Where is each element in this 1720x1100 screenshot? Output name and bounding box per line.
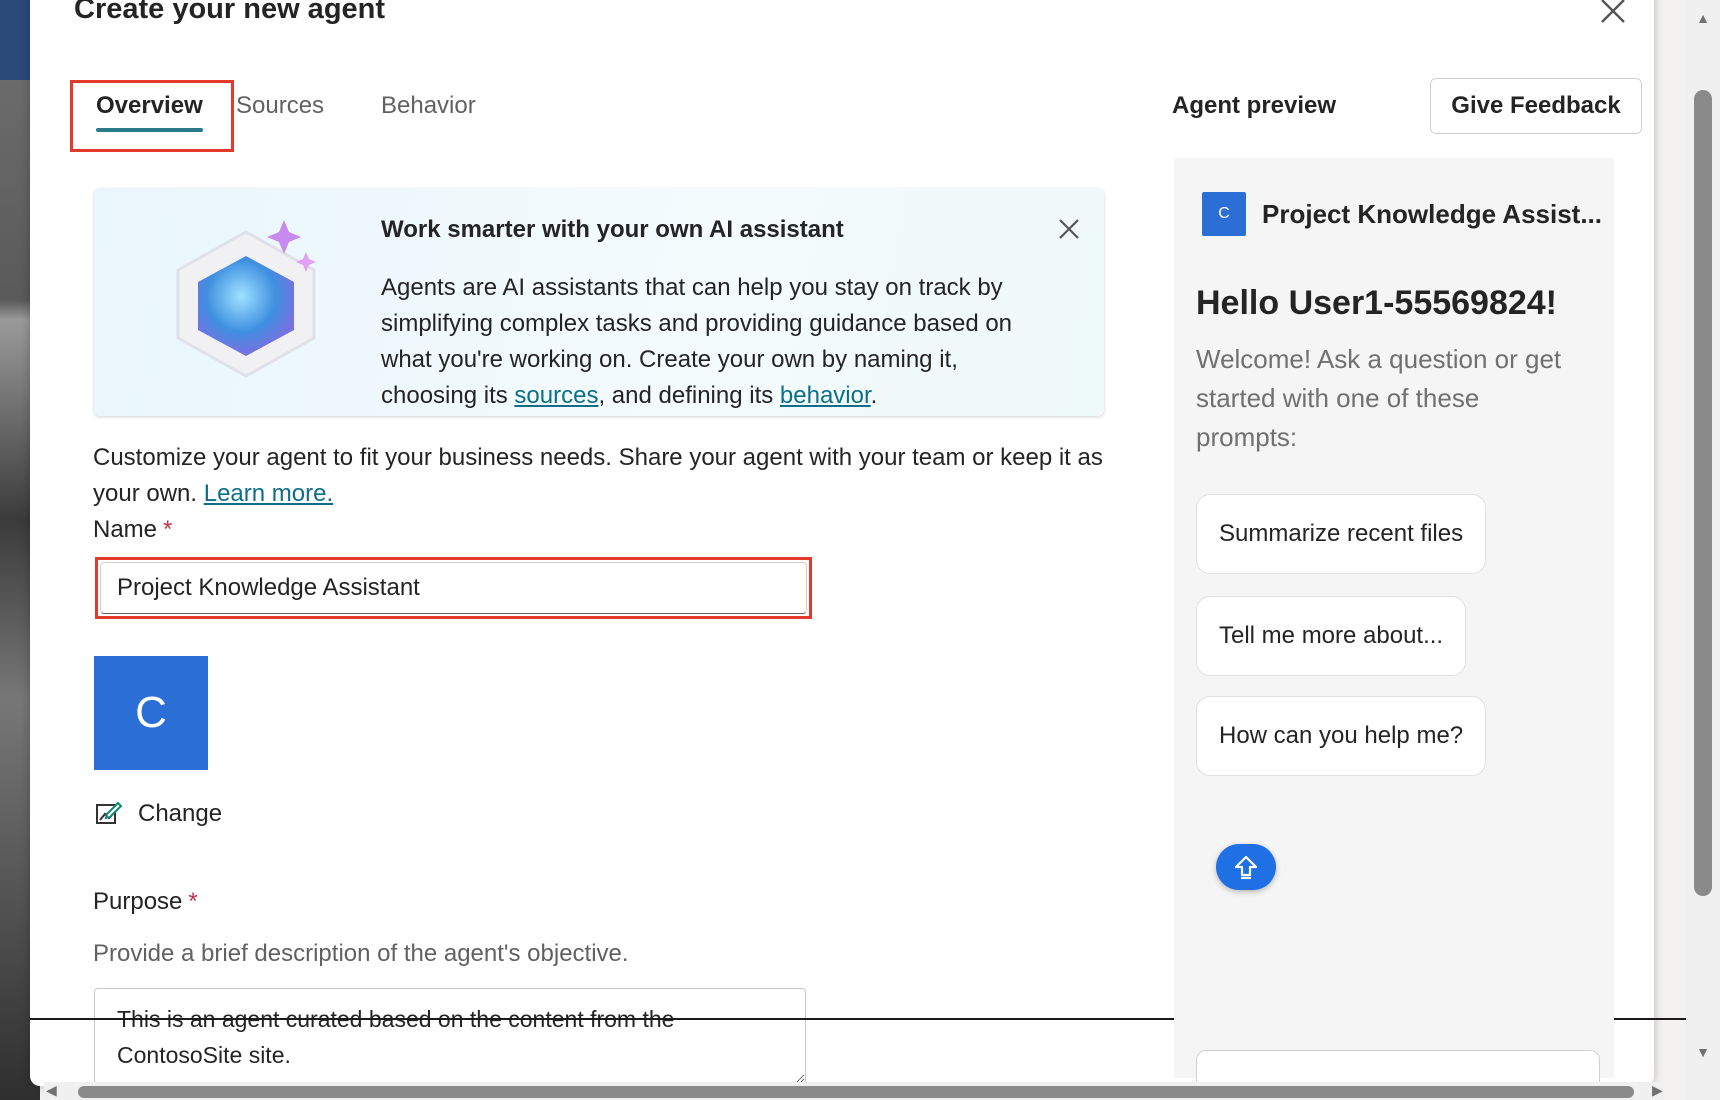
banner-text-after: . — [870, 382, 878, 409]
learn-more-link[interactable]: Learn more. — [204, 480, 333, 507]
purpose-help-text: Provide a brief description of the agent… — [93, 940, 629, 967]
sources-link[interactable]: sources — [514, 382, 598, 409]
intro-text: Customize your agent to fit your busines… — [93, 440, 1113, 512]
agent-avatar: C — [94, 656, 208, 770]
change-label: Change — [138, 800, 223, 827]
preview-agent-avatar: C — [1202, 192, 1246, 236]
required-marker: * — [163, 516, 173, 543]
prompt-tell-me-more[interactable]: Tell me more about... — [1196, 596, 1467, 676]
prompt-how-can-you-help[interactable]: How can you help me? — [1196, 696, 1487, 776]
close-icon[interactable] — [1596, 0, 1630, 28]
agent-preview-pane: C Project Knowledge Assist... Hello User… — [1174, 158, 1614, 1090]
preview-greeting: Hello User1-55569824! — [1196, 284, 1558, 322]
purpose-label: Purpose * — [93, 888, 198, 916]
tab-behavior-label: Behavior — [381, 92, 476, 119]
scroll-up-arrow-icon[interactable]: ▲ — [1694, 10, 1712, 28]
tab-behavior[interactable]: Behavior — [381, 80, 476, 132]
info-banner: Work smarter with your own AI assistant … — [94, 188, 1104, 416]
scroll-right-arrow-icon[interactable]: ▶ — [1652, 1082, 1663, 1099]
name-label: Name * — [93, 516, 172, 544]
tab-sources[interactable]: Sources — [236, 80, 324, 132]
name-label-text: Name — [93, 516, 158, 543]
agent-hexagon-illustration — [176, 220, 316, 378]
horizontal-scroll-thumb[interactable] — [78, 1086, 1634, 1098]
name-input[interactable] — [100, 562, 807, 614]
change-icon-button[interactable]: Change — [94, 796, 222, 832]
behavior-link[interactable]: behavior — [780, 382, 871, 409]
arrow-up-icon — [1234, 855, 1258, 880]
scroll-down-arrow-icon[interactable]: ▼ — [1694, 1044, 1712, 1062]
edit-image-icon — [96, 801, 123, 824]
banner-title: Work smarter with your own AI assistant — [381, 216, 844, 243]
tab-highlight-annotation — [70, 80, 234, 152]
banner-description: Agents are AI assistants that can help y… — [381, 270, 1021, 414]
required-marker: * — [188, 888, 198, 915]
purpose-label-text: Purpose — [93, 888, 183, 915]
preview-welcome-text: Welcome! Ask a question or get started w… — [1196, 344, 1562, 452]
banner-text-middle: , and defining its — [598, 382, 780, 409]
preview-agent-name: Project Knowledge Assist... — [1262, 198, 1603, 229]
horizontal-scrollbar[interactable]: ◀ ▶ — [44, 1082, 1664, 1100]
prompt-summarize-recent-files[interactable]: Summarize recent files — [1196, 494, 1487, 574]
tab-sources-label: Sources — [236, 92, 325, 119]
agent-preview-label: Agent preview — [1172, 92, 1337, 119]
scroll-left-arrow-icon[interactable]: ◀ — [46, 1082, 57, 1099]
preview-header: C Project Knowledge Assist... — [1202, 192, 1602, 236]
banner-close-icon[interactable] — [1054, 214, 1084, 244]
give-feedback-button[interactable]: Give Feedback — [1430, 78, 1642, 134]
vertical-scroll-thumb[interactable] — [1694, 90, 1712, 896]
vertical-scrollbar[interactable]: ▲ ▼ — [1686, 0, 1720, 1100]
purpose-textarea[interactable]: This is an agent curated based on the co… — [94, 988, 806, 1084]
dialog-title: Create your new agent — [74, 0, 386, 25]
scroll-up-button[interactable] — [1216, 844, 1276, 890]
